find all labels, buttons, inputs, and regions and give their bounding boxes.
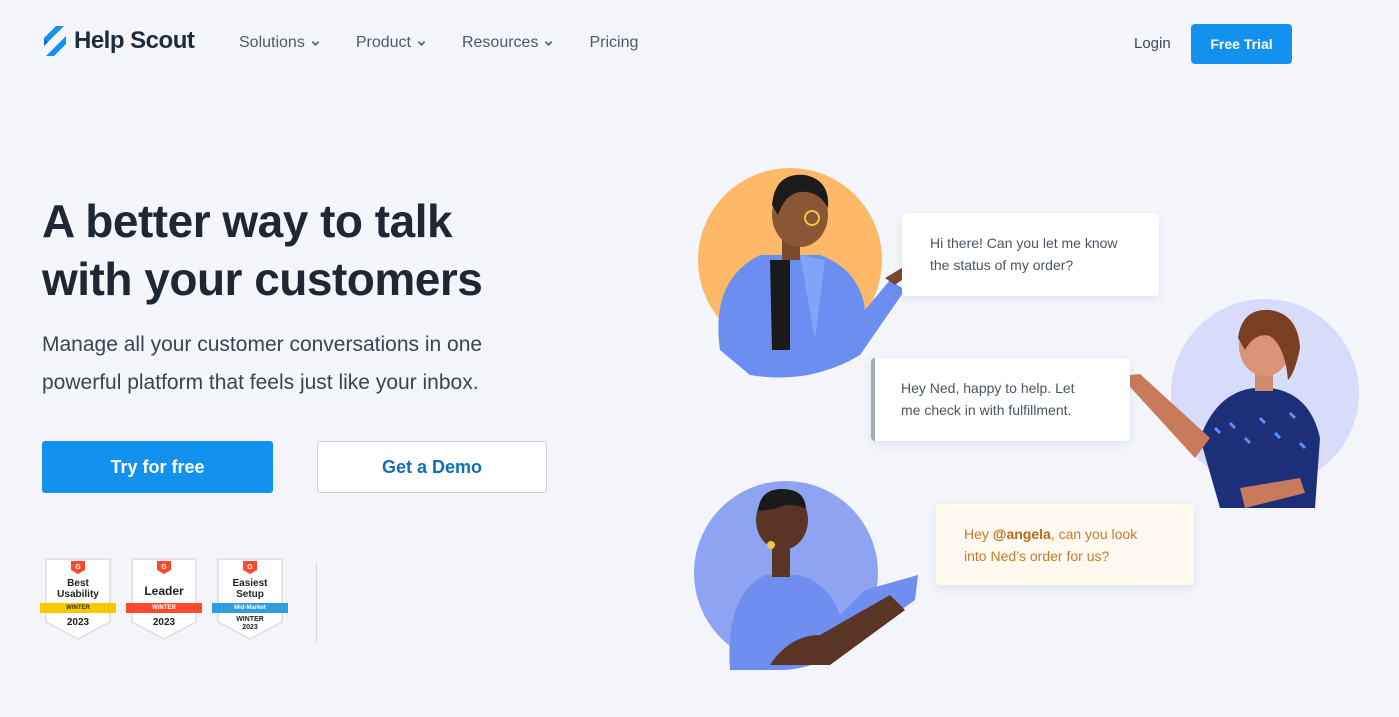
g2-badge-leader: G Leader WINTER 2023 [126, 558, 202, 640]
top-navigation: Help Scout Solutions Product Resources P… [0, 0, 1399, 88]
bubble-prefix: Hey [964, 526, 993, 542]
badge-title: Best Usability [44, 578, 112, 600]
svg-text:G: G [161, 564, 167, 571]
hero-title-line-1: A better way to talk [42, 195, 453, 247]
nav-item-label: Solutions [239, 34, 305, 51]
chat-bubble-agent-reply: Hey Ned, happy to help. Let me check in … [871, 358, 1130, 441]
conversation-illustration: Hi there! Can you let me know the status… [690, 160, 1399, 680]
svg-text:G: G [75, 564, 81, 571]
brand-name: Help Scout [74, 27, 195, 54]
agent-avatar-illustration [1120, 299, 1359, 508]
bubble-line-2: into Ned’s order for us? [964, 548, 1110, 564]
badge-title: Easiest Setup [216, 578, 284, 600]
nav-item-label: Resources [461, 34, 539, 51]
badge-title-line-1: Best [67, 578, 89, 589]
nav-item-resources[interactable]: Resources [462, 34, 553, 52]
login-link[interactable]: Login [1134, 35, 1171, 52]
try-for-free-button[interactable]: Try for free [42, 441, 273, 493]
nav-item-pricing[interactable]: Pricing [589, 34, 638, 52]
nav-item-solutions[interactable]: Solutions [239, 34, 320, 52]
badge-ribbon: WINTER [126, 603, 202, 613]
bubble-line-1-rest: , can you look [1050, 526, 1138, 542]
hero-title-line-2: with your customers [42, 253, 483, 305]
badge-ribbon: WINTER [40, 603, 116, 613]
svg-text:G: G [247, 564, 253, 571]
bubble-line-1: Hey Ned, happy to help. Let [901, 380, 1075, 396]
chevron-down-icon [417, 40, 426, 46]
hero-subtitle-line-2: powerful platform that feels just like y… [42, 371, 479, 394]
badge-ribbon: Mid-Market [212, 603, 288, 613]
badge-title-line-1: Easiest [232, 578, 268, 589]
chat-bubble-internal-note: Hey @angela, can you look into Ned’s ord… [936, 504, 1194, 585]
badge-title-line-2: Setup [236, 589, 264, 600]
hero-title: A better way to talk with your customers [42, 192, 602, 308]
customer-avatar-illustration [698, 168, 918, 378]
mention-tag: @angela [992, 526, 1051, 542]
teammate-avatar-illustration [694, 481, 918, 670]
g2-badge-easiest-setup: G Easiest Setup Mid-Market WINTER 2023 [212, 558, 288, 640]
chevron-down-icon [545, 40, 553, 46]
badge-title-line-2: Usability [57, 589, 99, 600]
nav-item-label: Pricing [589, 34, 639, 51]
chat-bubble-customer: Hi there! Can you let me know the status… [902, 213, 1159, 296]
bubble-line-2: the status of my order? [930, 257, 1074, 273]
bubble-line-1: Hi there! Can you let me know [930, 235, 1118, 251]
help-scout-logo-icon [44, 26, 66, 56]
hero-subtitle: Manage all your customer conversations i… [42, 326, 542, 402]
chevron-down-icon [311, 40, 320, 46]
nav-item-label: Product [355, 34, 411, 51]
g2-badge-best-usability: G Best Usability WINTER 2023 [40, 558, 116, 640]
nav-item-product[interactable]: Product [356, 34, 426, 52]
free-trial-button[interactable]: Free Trial [1191, 24, 1292, 64]
help-scout-logo[interactable]: Help Scout [42, 26, 195, 56]
badge-season: WINTER [236, 616, 264, 623]
badge-year: 2023 [242, 624, 258, 631]
badge-year: 2023 [66, 617, 90, 628]
bubble-line-2: me check in with fulfillment. [901, 402, 1072, 418]
badge-title: Leader [144, 584, 184, 598]
badge-year: 2023 [152, 617, 176, 628]
badges-divider [316, 562, 317, 642]
get-a-demo-button[interactable]: Get a Demo [317, 441, 547, 493]
nav-links: Solutions Product Resources Pricing [239, 34, 674, 52]
hero-subtitle-line-1: Manage all your customer conversations i… [42, 333, 483, 356]
